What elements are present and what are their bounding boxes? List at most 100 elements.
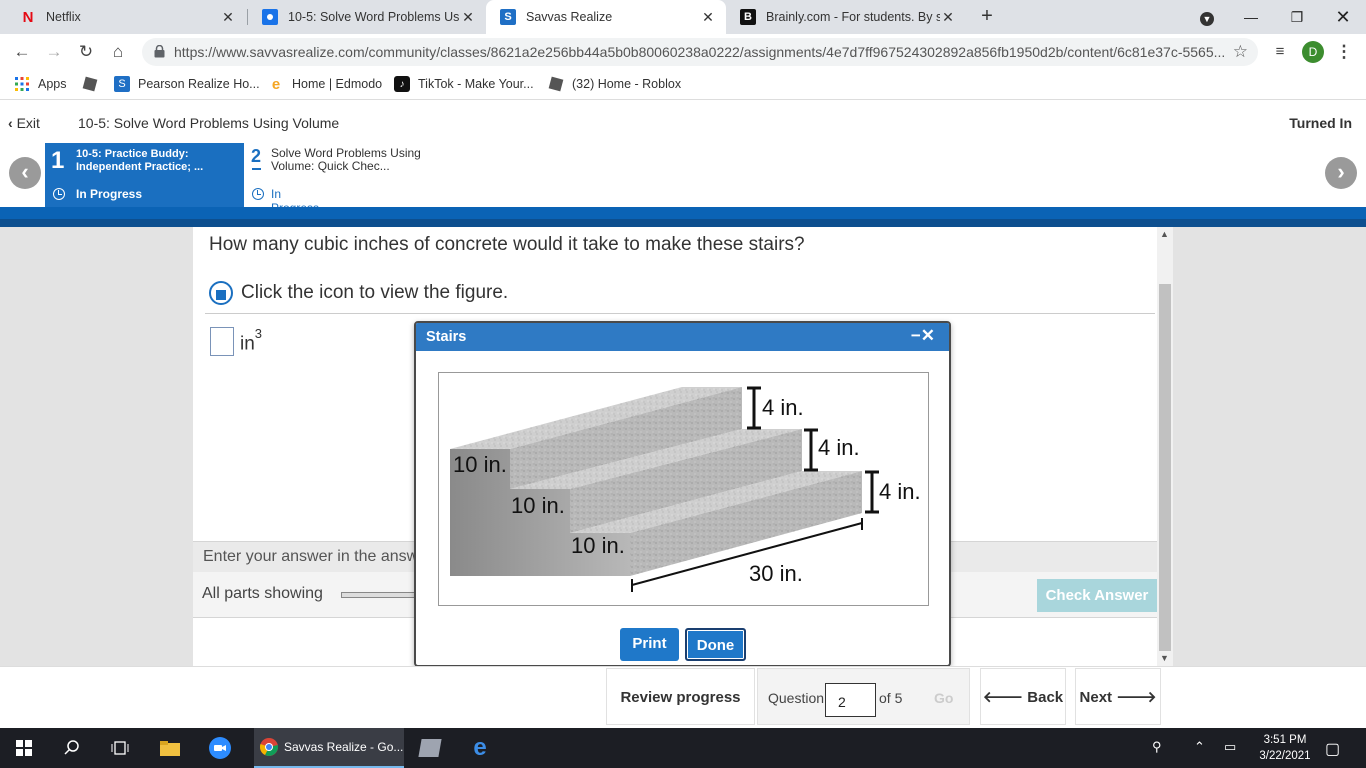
lock-icon: [154, 45, 165, 58]
zoom-icon[interactable]: [196, 728, 244, 768]
go-button[interactable]: Go: [934, 690, 953, 706]
tab-title: Brainly.com - For students. By stu: [766, 10, 940, 24]
dialog-header: Stairs −✕: [416, 323, 949, 351]
close-icon[interactable]: ✕: [220, 9, 236, 26]
bookmark-roblox-icon-only[interactable]: [82, 76, 106, 92]
close-icon[interactable]: ✕: [460, 9, 476, 26]
menu-icon[interactable]: ⋮: [1332, 40, 1356, 64]
bookmark-label: Home | Edmodo: [292, 77, 383, 91]
back-button[interactable]: 🡐 Back: [980, 668, 1066, 725]
print-button[interactable]: Print: [620, 628, 679, 661]
parts-slider[interactable]: [341, 592, 421, 598]
height-label-top: 4 in.: [762, 395, 804, 420]
divider: [205, 313, 1155, 314]
back-arrow-icon[interactable]: ←: [10, 40, 34, 64]
task-view-icon[interactable]: [96, 728, 144, 768]
taskbar-chrome-active[interactable]: Savvas Realize - Go...: [254, 728, 404, 768]
people-icon[interactable]: ⚲: [1152, 739, 1162, 755]
tab-title: 10-5: Solve Word Problems Using: [288, 10, 460, 24]
roblox-icon: [548, 76, 564, 92]
close-window-button[interactable]: ✕: [1320, 0, 1366, 34]
scroll-up-icon[interactable]: ▲: [1160, 229, 1169, 239]
stairs-figure: 4 in. 4 in. 4 in. 10 in. 10 in. 10 in. 3…: [438, 372, 929, 606]
taskbar-app-label: Savvas Realize - Go...: [284, 740, 404, 754]
close-icon[interactable]: ✕: [921, 326, 935, 345]
bookmark-apps[interactable]: Apps: [14, 76, 67, 92]
scroll-down-icon[interactable]: ▼: [1160, 653, 1169, 663]
reading-list-icon[interactable]: ≡: [1268, 40, 1292, 64]
arrow-right-icon: 🡒: [1112, 689, 1157, 706]
url-text: https://www.savvasrealize.com/community/…: [174, 44, 1224, 60]
close-icon[interactable]: ✕: [700, 9, 716, 26]
question-number-input[interactable]: 2: [825, 683, 876, 717]
battery-icon[interactable]: ▭: [1224, 739, 1236, 755]
width-label: 30 in.: [749, 561, 803, 586]
clock-icon: [53, 188, 65, 200]
answer-input[interactable]: [210, 327, 234, 356]
chevron-up-icon[interactable]: ⌃: [1194, 739, 1205, 755]
system-clock[interactable]: 3:51 PM 3/22/2021: [1255, 732, 1315, 764]
search-icon[interactable]: [48, 728, 96, 768]
tab-search-icon[interactable]: ▼: [1184, 0, 1230, 34]
windows-start-icon[interactable]: [0, 728, 48, 768]
close-icon[interactable]: ✕: [940, 9, 956, 26]
bookmark-label: (32) Home - Roblox: [572, 77, 682, 91]
arrow-left-icon: 🡐: [982, 689, 1028, 706]
next-label: Next: [1079, 689, 1113, 706]
app-icon[interactable]: [406, 728, 454, 768]
scrollbar[interactable]: ▲ ▼: [1157, 227, 1173, 666]
tab-brainly[interactable]: B Brainly.com - For students. By stu ✕: [726, 0, 966, 34]
classroom-icon: [262, 9, 278, 25]
hint-text: Enter your answer in the answ: [203, 548, 419, 565]
bookmark-label: Apps: [38, 77, 67, 91]
question-label: Question: [768, 690, 825, 706]
browser-toolbar: ← → ↻ ⌂ https://www.savvasrealize.com/co…: [0, 34, 1366, 70]
home-icon[interactable]: ⌂: [106, 40, 130, 64]
tab-title: Netflix: [46, 10, 81, 24]
bookmark-tiktok[interactable]: ♪ TikTok - Make Your...: [394, 76, 534, 92]
file-explorer-icon[interactable]: [146, 728, 194, 768]
scrollbar-thumb[interactable]: [1159, 284, 1171, 651]
reload-icon[interactable]: ↻: [74, 40, 98, 64]
bookmark-edmodo[interactable]: e Home | Edmodo: [268, 75, 383, 93]
next-arrow-button[interactable]: ›: [1325, 157, 1357, 189]
minimize-icon[interactable]: −: [911, 326, 921, 345]
brainly-icon: B: [740, 9, 756, 25]
edmodo-icon: e: [271, 75, 281, 93]
tab-savvas[interactable]: S Savvas Realize ✕: [486, 0, 726, 34]
tab-classroom[interactable]: 10-5: Solve Word Problems Using ✕: [248, 0, 486, 34]
stairs-dialog: Stairs −✕ 4 in. 4 in. 4 in. 10 in. 10 in…: [414, 321, 951, 667]
done-button[interactable]: Done: [685, 628, 746, 661]
avatar[interactable]: D: [1302, 41, 1324, 63]
previous-arrow-button[interactable]: ‹: [9, 157, 41, 189]
clock-icon: [252, 188, 264, 200]
minimize-button[interactable]: —: [1228, 0, 1274, 34]
next-button[interactable]: Next 🡒: [1075, 668, 1161, 725]
address-bar[interactable]: https://www.savvasrealize.com/community/…: [142, 38, 1258, 66]
check-answer-button[interactable]: Check Answer: [1037, 579, 1157, 612]
tab-netflix[interactable]: N Netflix ✕: [6, 0, 246, 34]
bookmark-pearson[interactable]: S Pearson Realize Ho...: [114, 76, 260, 92]
stairs-illustration: 4 in. 4 in. 4 in. 10 in. 10 in. 10 in. 3…: [450, 386, 921, 592]
bookmarks-bar: Apps S Pearson Realize Ho... e Home | Ed…: [0, 70, 1366, 100]
dialog-controls[interactable]: −✕: [911, 326, 935, 346]
restore-button[interactable]: ❐: [1274, 0, 1320, 34]
review-progress-button[interactable]: Review progress: [606, 668, 755, 725]
bookmark-label: TikTok - Make Your...: [418, 77, 534, 91]
savvas-icon: S: [500, 9, 516, 25]
view-figure-icon[interactable]: [209, 281, 233, 305]
star-icon[interactable]: ☆: [1233, 42, 1248, 62]
question-text: How many cubic inches of concrete would …: [209, 234, 805, 255]
windows-taskbar: Savvas Realize - Go... e ⚲ ⌃ ▭ 3:51 PM 3…: [0, 728, 1366, 768]
notification-icon[interactable]: ▢: [1325, 739, 1340, 759]
new-tab-button[interactable]: +: [976, 5, 998, 27]
exit-button[interactable]: ‹ Exit: [8, 115, 40, 131]
edge-icon[interactable]: e: [456, 728, 504, 768]
depth-label-bottom: 10 in.: [571, 533, 625, 558]
question-total: of 5: [879, 690, 903, 706]
bookmark-roblox[interactable]: (32) Home - Roblox: [548, 76, 681, 92]
step-1[interactable]: 1 10-5: Practice Buddy: Independent Prac…: [45, 143, 244, 207]
forward-arrow-icon[interactable]: →: [42, 40, 66, 64]
page-title: 10-5: Solve Word Problems Using Volume: [78, 115, 340, 131]
step-underline: [252, 168, 261, 170]
